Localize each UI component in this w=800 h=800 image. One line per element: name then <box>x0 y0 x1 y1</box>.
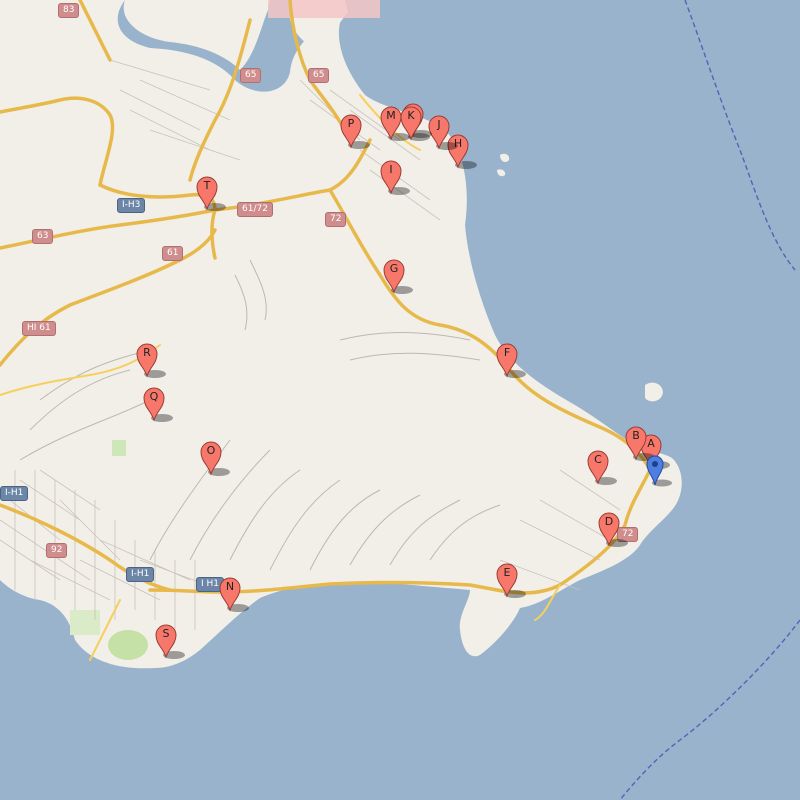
marker-label: I <box>389 163 393 176</box>
road-shield-92: 92 <box>46 543 68 558</box>
road-shield-83: 83 <box>58 3 80 18</box>
marker-label: B <box>632 429 640 442</box>
restricted-area <box>268 0 380 18</box>
marker-label: M <box>386 109 396 122</box>
road-shield-63: 63 <box>32 229 54 244</box>
marker-label: P <box>347 117 355 130</box>
map-marker-f[interactable]: F <box>496 343 526 378</box>
marker-label: G <box>389 262 399 275</box>
map-marker-s[interactable]: S <box>155 624 185 659</box>
marker-label: N <box>225 580 235 593</box>
marker-label: D <box>604 515 614 528</box>
map-marker-blue[interactable] <box>645 454 672 487</box>
map-marker-r[interactable]: R <box>136 343 166 378</box>
location-pin-icon <box>646 455 672 487</box>
marker-label: J <box>437 118 441 131</box>
road-shield-i-h1-west: I-H1 <box>0 486 29 501</box>
map-marker-m[interactable]: M <box>380 106 410 141</box>
map-marker-b[interactable]: B <box>625 426 655 461</box>
marker-label: C <box>594 453 602 466</box>
road-shield-hi-61: HI 61 <box>22 321 56 336</box>
map-marker-n[interactable]: N <box>219 577 249 612</box>
road-shield-65-east: 65 <box>308 68 330 83</box>
road-shield-65-west: 65 <box>240 68 262 83</box>
map-marker-e[interactable]: E <box>496 563 526 598</box>
road-shield-i-h3: I-H3 <box>117 198 146 213</box>
map-marker-d[interactable]: D <box>598 512 628 547</box>
marker-label: Q <box>149 390 159 403</box>
park-area <box>70 610 100 635</box>
marker-label: O <box>206 444 216 457</box>
map-marker-q[interactable]: Q <box>143 387 173 422</box>
map-marker-p[interactable]: P <box>340 114 370 149</box>
marker-label: E <box>503 566 511 579</box>
road-shield-61-72: 61/72 <box>237 202 273 217</box>
marker-label: S <box>162 627 170 640</box>
road-shield-61: 61 <box>162 246 184 261</box>
map-canvas[interactable]: 83 65 65 I-H3 61/72 72 63 61 HI 61 I-H1 … <box>0 0 800 800</box>
map-marker-c[interactable]: C <box>587 450 617 485</box>
road-shield-72-north: 72 <box>325 212 347 227</box>
map-marker-g[interactable]: G <box>383 259 413 294</box>
map-marker-h[interactable]: H <box>447 134 477 169</box>
marker-label: K <box>407 109 415 122</box>
map-marker-o[interactable]: O <box>200 441 230 476</box>
map-marker-j[interactable]: J <box>428 115 458 150</box>
road-shield-i-h1-central: I-H1 <box>126 567 155 582</box>
marker-label: F <box>503 346 511 359</box>
marker-label: R <box>143 346 151 359</box>
map-marker-i[interactable]: I <box>380 160 410 195</box>
park-small <box>112 440 126 456</box>
marker-label: T <box>203 179 211 192</box>
park-crater <box>108 630 148 660</box>
map-marker-t[interactable]: T <box>196 176 226 211</box>
